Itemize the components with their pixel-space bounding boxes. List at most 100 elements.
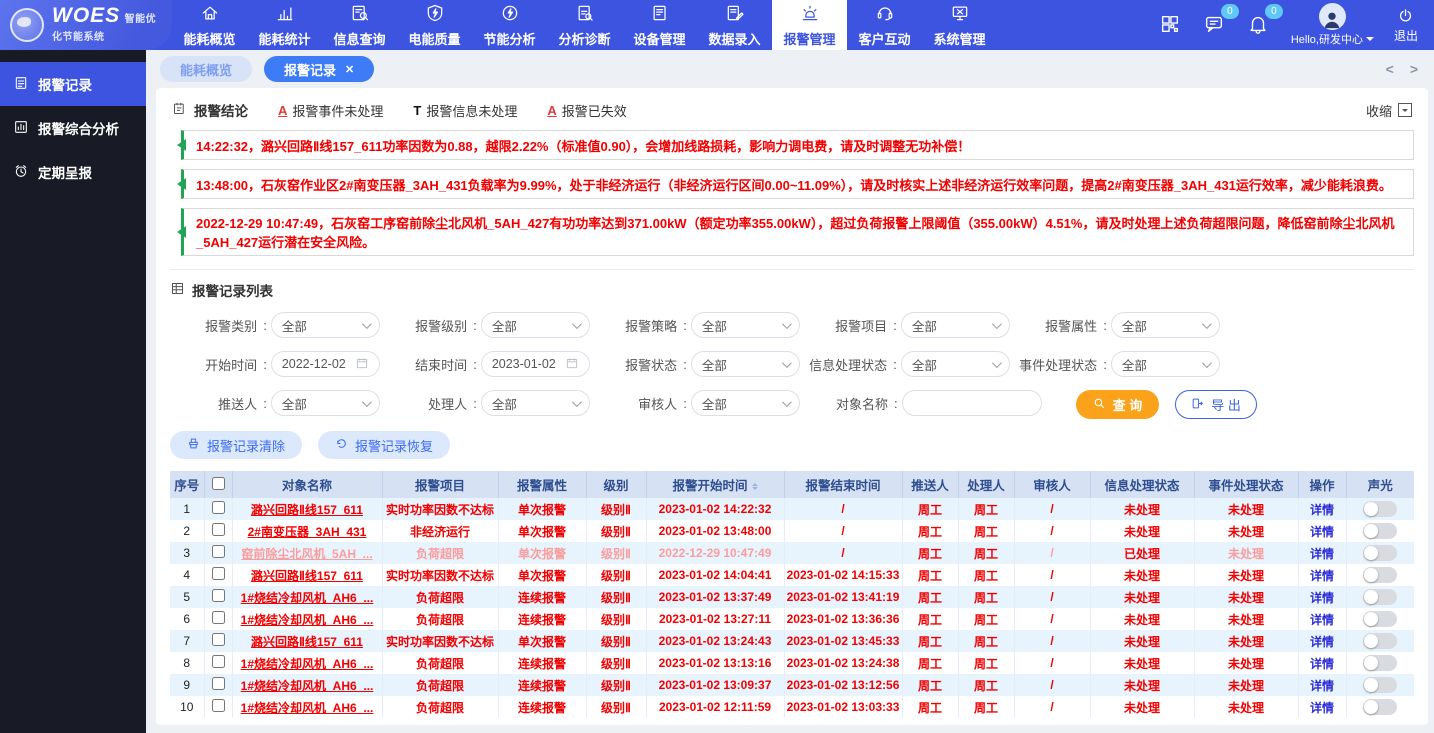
sound-light-toggle[interactable]	[1363, 655, 1397, 671]
row-checkbox[interactable]	[212, 633, 225, 646]
filter-alarm-level-select[interactable]: 全部	[481, 312, 590, 338]
user-menu[interactable]: Hello,研发中心	[1291, 3, 1374, 47]
tab-alarm-records[interactable]: 报警记录 ✕	[264, 56, 374, 82]
detail-link[interactable]: 详情	[1310, 701, 1334, 715]
detail-link[interactable]: 详情	[1310, 503, 1334, 517]
filter-alarm-category-select[interactable]: 全部	[271, 312, 380, 338]
nav-item-analysis-diagnosis[interactable]: 分析诊断	[547, 0, 622, 50]
sidebar-item-alarm-analysis[interactable]: 报警综合分析	[0, 106, 146, 150]
filter-alarm-attribute-select[interactable]: 全部	[1111, 312, 1220, 338]
filter-alarm-status-select[interactable]: 全部	[691, 351, 800, 377]
filter-bar: 报警类别: 全部 报警级别: 全部 报警策略: 全部 报警项目: 全部 报警属性…	[170, 300, 1414, 429]
row-checkbox[interactable]	[212, 567, 225, 580]
filter-alarm-project-select[interactable]: 全部	[901, 312, 1010, 338]
tab-strip: 能耗概览 报警记录 ✕ < >	[146, 50, 1434, 88]
logout-button[interactable]: 退出	[1394, 7, 1418, 44]
table-grid-icon	[170, 281, 185, 299]
nav-item-data-entry[interactable]: 数据录入	[697, 0, 772, 50]
sound-light-toggle[interactable]	[1363, 677, 1397, 693]
main-nav: 能耗概览 能耗统计 信息查询 电能质量 节能分析 分析诊断 设备管理 数据录入	[172, 0, 997, 50]
qr-code-icon[interactable]	[1159, 13, 1183, 37]
sidebar-item-periodic-report[interactable]: 定期呈报	[0, 150, 146, 194]
sort-icon[interactable]	[752, 480, 758, 493]
object-name-link[interactable]: 1#烧结冷却风机_AH6_...	[241, 591, 374, 605]
filter-event-status-select[interactable]: 全部	[1111, 351, 1220, 377]
row-checkbox[interactable]	[212, 611, 225, 624]
filter-pusher-select[interactable]: 全部	[271, 390, 380, 416]
bar-chart-icon	[275, 3, 295, 26]
object-name-link[interactable]: 潞兴回路Ⅱ线157_611	[251, 503, 363, 517]
filter-start-date-input[interactable]: 2022-12-02	[271, 351, 380, 377]
nav-item-device-management[interactable]: 设备管理	[622, 0, 697, 50]
bell-icon[interactable]: 0	[1247, 13, 1271, 37]
tabs-scroll-right-icon[interactable]: >	[1410, 61, 1418, 77]
chevron-down-icon	[992, 319, 1002, 329]
nav-item-system-management[interactable]: 系统管理	[922, 0, 997, 50]
filter-end-date-input[interactable]: 2023-01-02	[481, 351, 590, 377]
detail-link[interactable]: 详情	[1310, 547, 1334, 561]
sound-light-toggle[interactable]	[1363, 589, 1397, 605]
monitor-icon	[950, 3, 970, 26]
sound-light-toggle[interactable]	[1363, 545, 1397, 561]
sound-light-toggle[interactable]	[1363, 699, 1397, 715]
object-name-link[interactable]: 1#烧结冷却风机_AH6_...	[241, 657, 374, 671]
message-icon[interactable]: 0	[1203, 13, 1227, 37]
sound-light-toggle[interactable]	[1363, 633, 1397, 649]
table-row: 5 1#烧结冷却风机_AH6_... 负荷超限 连续报警 级别Ⅱ 2023-01…	[170, 586, 1414, 608]
row-checkbox[interactable]	[212, 677, 225, 690]
clear-records-button[interactable]: 报警记录清除	[170, 431, 302, 459]
nav-item-customer-interaction[interactable]: 客户互动	[847, 0, 922, 50]
app-logo: WOES 智能优化节能系统	[0, 0, 172, 50]
row-checkbox[interactable]	[212, 655, 225, 668]
sidebar-item-alarm-records[interactable]: 报警记录	[0, 62, 146, 106]
row-checkbox[interactable]	[212, 523, 225, 536]
object-name-input[interactable]	[913, 396, 1031, 410]
filter-alarm-strategy-select[interactable]: 全部	[691, 312, 800, 338]
object-name-link[interactable]: 潞兴回路Ⅱ线157_611	[251, 635, 363, 649]
detail-link[interactable]: 详情	[1310, 569, 1334, 583]
tab-energy-overview[interactable]: 能耗概览	[160, 56, 252, 82]
select-all-checkbox[interactable]	[212, 477, 225, 490]
sound-light-toggle[interactable]	[1363, 523, 1397, 539]
sound-light-toggle[interactable]	[1363, 567, 1397, 583]
object-name-link[interactable]: 1#烧结冷却风机_AH6_...	[241, 613, 374, 627]
alarm-records-panel: 报警结论 A 报警事件未处理 T 报警信息未处理 A 报警已失效 收缩	[156, 88, 1428, 725]
headset-icon	[875, 3, 895, 26]
export-button[interactable]: 导 出	[1175, 390, 1257, 419]
row-checkbox[interactable]	[212, 699, 225, 712]
clipboard-search-icon	[575, 3, 595, 26]
nav-item-power-quality[interactable]: 电能质量	[397, 0, 472, 50]
object-name-link[interactable]: 窑前除尘北风机_5AH_...	[241, 547, 372, 561]
nav-item-energy-overview[interactable]: 能耗概览	[172, 0, 247, 50]
sound-light-toggle[interactable]	[1363, 501, 1397, 517]
object-name-link[interactable]: 1#烧结冷却风机_AH6_...	[241, 679, 374, 693]
nav-item-energy-stats[interactable]: 能耗统计	[247, 0, 322, 50]
collapse-button[interactable]: 收缩	[1366, 101, 1412, 120]
filter-handler-select[interactable]: 全部	[481, 390, 590, 416]
restore-records-button[interactable]: 报警记录恢复	[318, 431, 450, 459]
object-name-link[interactable]: 潞兴回路Ⅱ线157_611	[251, 569, 363, 583]
row-checkbox[interactable]	[212, 545, 225, 558]
detail-link[interactable]: 详情	[1310, 525, 1334, 539]
alert-message: 2022-12-29 10:47:49，石灰窑工序窑前除尘北风机_5AH_427…	[181, 208, 1414, 256]
detail-link[interactable]: 详情	[1310, 613, 1334, 627]
tabs-scroll-left-icon[interactable]: <	[1386, 61, 1394, 77]
nav-item-info-query[interactable]: 信息查询	[322, 0, 397, 50]
row-checkbox[interactable]	[212, 589, 225, 602]
object-name-link[interactable]: 1#烧结冷却风机_AH6_...	[241, 701, 374, 715]
object-name-link[interactable]: 2#南变压器_3AH_431	[248, 525, 367, 539]
row-checkbox[interactable]	[212, 501, 225, 514]
alarm-list-title: 报警记录列表	[170, 280, 1414, 300]
detail-link[interactable]: 详情	[1310, 657, 1334, 671]
detail-link[interactable]: 详情	[1310, 635, 1334, 649]
sound-light-toggle[interactable]	[1363, 611, 1397, 627]
gauge-bolt-icon	[500, 3, 520, 26]
detail-link[interactable]: 详情	[1310, 679, 1334, 693]
tab-close-icon[interactable]: ✕	[345, 63, 354, 76]
filter-info-status-select[interactable]: 全部	[901, 351, 1010, 377]
detail-link[interactable]: 详情	[1310, 591, 1334, 605]
filter-auditor-select[interactable]: 全部	[691, 390, 800, 416]
nav-item-energy-saving-analysis[interactable]: 节能分析	[472, 0, 547, 50]
nav-item-alarm-management[interactable]: 报警管理	[772, 0, 847, 50]
query-button[interactable]: 查 询	[1076, 390, 1160, 419]
